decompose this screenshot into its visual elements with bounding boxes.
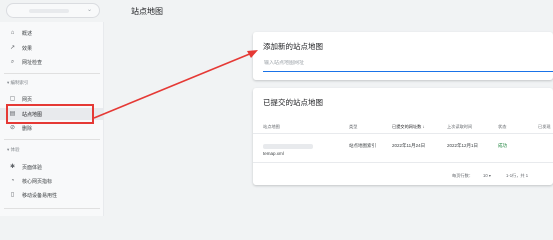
annotation-arrow	[93, 50, 258, 119]
